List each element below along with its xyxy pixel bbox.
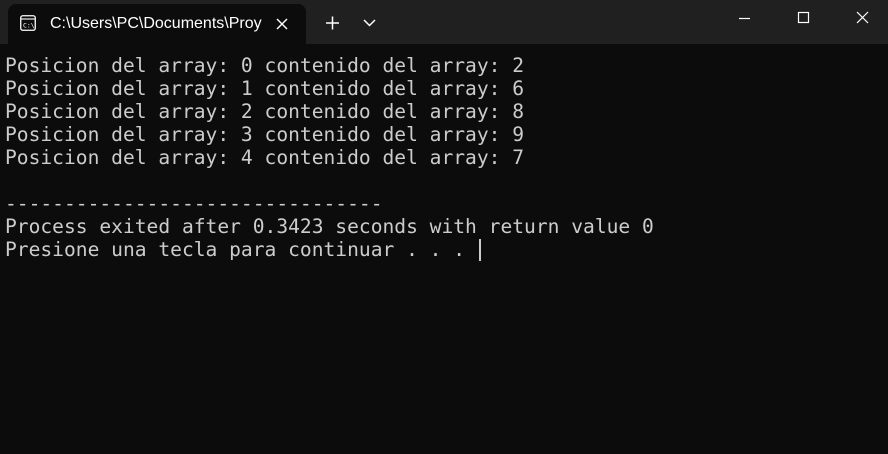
console-line: Posicion del array: 0 contenido del arra… xyxy=(5,54,525,77)
tab-terminal[interactable]: C:\ C:\Users\PC\Documents\Proy xyxy=(8,4,306,44)
console-line: Posicion del array: 3 contenido del arra… xyxy=(5,123,525,146)
console-line: Posicion del array: 1 contenido del arra… xyxy=(5,77,525,100)
close-icon xyxy=(830,0,888,36)
console-line: Process exited after 0.3423 seconds with… xyxy=(5,215,654,238)
new-tab-button[interactable] xyxy=(314,4,350,40)
terminal-window: C:\ C:\Users\PC\Documents\Proy Posicion … xyxy=(0,0,888,454)
svg-text:C:\: C:\ xyxy=(23,22,35,30)
console-prompt-line: Presione una tecla para continuar . . . xyxy=(5,238,654,261)
console-prompt-text: Presione una tecla para continuar . . . xyxy=(5,238,477,261)
minimize-icon xyxy=(716,0,774,36)
plus-icon xyxy=(314,4,350,40)
console-line: Posicion del array: 4 contenido del arra… xyxy=(5,146,525,169)
close-button[interactable] xyxy=(830,0,888,36)
terminal-app-icon: C:\ xyxy=(20,15,36,31)
console-line: -------------------------------- xyxy=(5,192,383,215)
tab-dropdown-button[interactable] xyxy=(351,4,387,40)
console-output[interactable]: Posicion del array: 0 contenido del arra… xyxy=(5,54,654,261)
maximize-icon xyxy=(774,0,832,36)
minimize-button[interactable] xyxy=(716,0,774,36)
maximize-button[interactable] xyxy=(774,0,832,36)
console-line: Posicion del array: 2 contenido del arra… xyxy=(5,100,525,123)
tab-title: C:\Users\PC\Documents\Proy xyxy=(50,15,262,32)
tab-close-icon[interactable] xyxy=(270,12,294,36)
text-cursor xyxy=(478,239,481,261)
title-bar[interactable]: C:\ C:\Users\PC\Documents\Proy xyxy=(0,0,888,44)
chevron-down-icon xyxy=(351,4,387,40)
